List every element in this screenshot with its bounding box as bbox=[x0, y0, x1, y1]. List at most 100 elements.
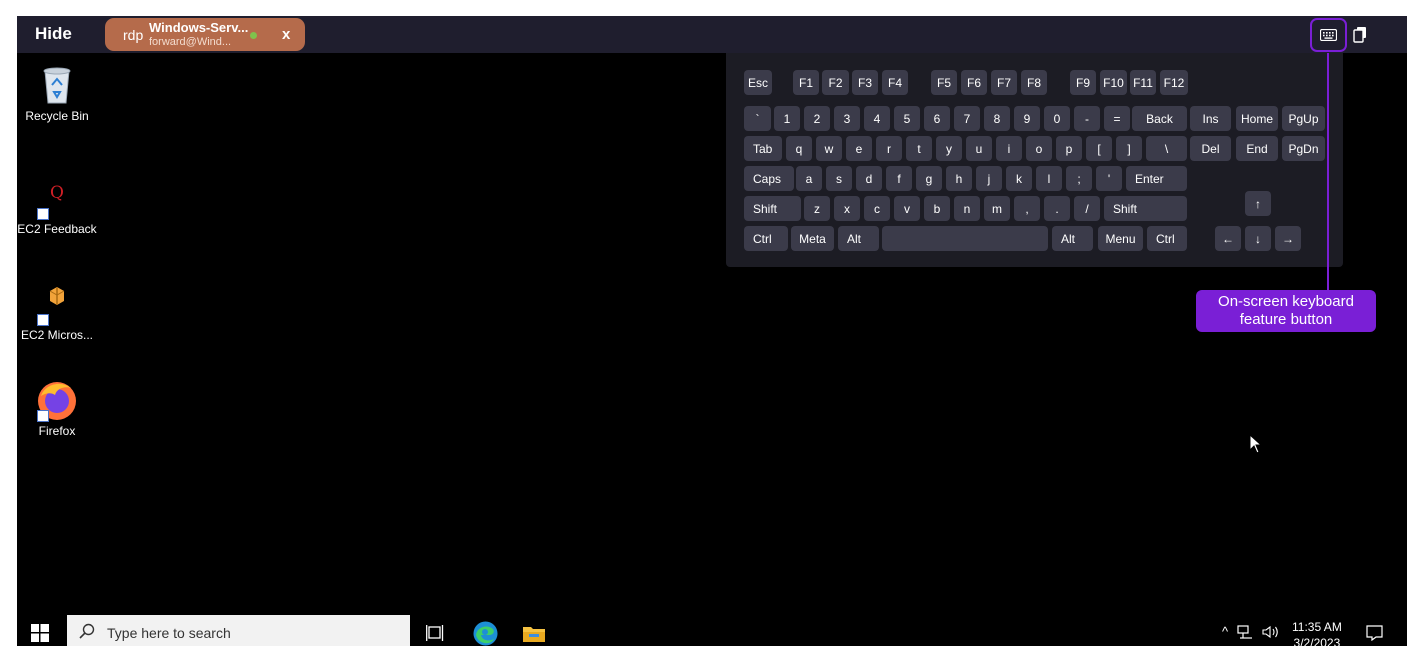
key-g[interactable]: g bbox=[916, 166, 942, 191]
key-period[interactable]: . bbox=[1044, 196, 1070, 221]
key-f8[interactable]: F8 bbox=[1021, 70, 1047, 95]
desktop-icon-ec2-feedback[interactable]: Q EC2 Feedback bbox=[17, 176, 100, 237]
key-3[interactable]: 3 bbox=[834, 106, 860, 131]
key-f7[interactable]: F7 bbox=[991, 70, 1017, 95]
volume-icon[interactable] bbox=[1262, 625, 1280, 639]
key-ctrl[interactable]: Ctrl bbox=[744, 226, 788, 251]
key-shift[interactable]: Shift bbox=[1104, 196, 1187, 221]
key-v[interactable]: v bbox=[894, 196, 920, 221]
key-esc[interactable]: Esc bbox=[744, 70, 772, 95]
key-del[interactable]: Del bbox=[1190, 136, 1231, 161]
key-space[interactable] bbox=[882, 226, 1048, 251]
clipboard-button[interactable] bbox=[1351, 24, 1369, 44]
key-right-bracket[interactable]: ] bbox=[1116, 136, 1142, 161]
key-end[interactable]: End bbox=[1236, 136, 1278, 161]
taskbar-clock[interactable]: 11:35 AM 3/2/2023 bbox=[1292, 619, 1342, 646]
key-5[interactable]: 5 bbox=[894, 106, 920, 131]
key-x[interactable]: x bbox=[834, 196, 860, 221]
key-l[interactable]: l bbox=[1036, 166, 1062, 191]
key-0[interactable]: 0 bbox=[1044, 106, 1070, 131]
key-f4[interactable]: F4 bbox=[882, 70, 908, 95]
on-screen-keyboard-button[interactable] bbox=[1310, 18, 1347, 52]
taskbar-search-box[interactable]: Type here to search bbox=[67, 615, 410, 646]
key-semicolon[interactable]: ; bbox=[1066, 166, 1092, 191]
key-pgup[interactable]: PgUp bbox=[1282, 106, 1325, 131]
key-slash[interactable]: / bbox=[1074, 196, 1100, 221]
key-i[interactable]: i bbox=[996, 136, 1022, 161]
key-backslash[interactable]: \ bbox=[1146, 136, 1187, 161]
file-explorer-icon[interactable] bbox=[523, 624, 545, 642]
windows-start-icon[interactable] bbox=[31, 624, 49, 642]
key-backtick[interactable]: ` bbox=[744, 106, 771, 131]
key-f1[interactable]: F1 bbox=[793, 70, 819, 95]
chevron-up-icon[interactable]: ^ bbox=[1222, 624, 1228, 639]
key-d[interactable]: d bbox=[856, 166, 882, 191]
key-m[interactable]: m bbox=[984, 196, 1010, 221]
key-p[interactable]: p bbox=[1056, 136, 1082, 161]
key-comma[interactable]: , bbox=[1014, 196, 1040, 221]
network-icon[interactable] bbox=[1237, 624, 1253, 639]
key-caps[interactable]: Caps bbox=[744, 166, 794, 191]
desktop-icon-recycle-bin[interactable]: Recycle Bin bbox=[17, 63, 100, 124]
key-ins[interactable]: Ins bbox=[1190, 106, 1231, 131]
key-f[interactable]: f bbox=[886, 166, 912, 191]
key-c[interactable]: c bbox=[864, 196, 890, 221]
key-6[interactable]: 6 bbox=[924, 106, 950, 131]
key-j[interactable]: j bbox=[976, 166, 1002, 191]
key-n[interactable]: n bbox=[954, 196, 980, 221]
desktop-icon-firefox[interactable]: Firefox bbox=[17, 378, 100, 439]
key-7[interactable]: 7 bbox=[954, 106, 980, 131]
key-f3[interactable]: F3 bbox=[852, 70, 878, 95]
hide-button[interactable]: Hide bbox=[35, 24, 72, 44]
key-1[interactable]: 1 bbox=[774, 106, 800, 131]
key-pgdn[interactable]: PgDn bbox=[1282, 136, 1325, 161]
key-home[interactable]: Home bbox=[1236, 106, 1278, 131]
key-enter[interactable]: Enter bbox=[1126, 166, 1187, 191]
key-8[interactable]: 8 bbox=[984, 106, 1010, 131]
key-q[interactable]: q bbox=[786, 136, 812, 161]
key-f5[interactable]: F5 bbox=[931, 70, 957, 95]
key-u[interactable]: u bbox=[966, 136, 992, 161]
key-f11[interactable]: F11 bbox=[1130, 70, 1156, 95]
key-menu[interactable]: Menu bbox=[1098, 226, 1143, 251]
key-w[interactable]: w bbox=[816, 136, 842, 161]
close-connection-button[interactable]: x bbox=[282, 26, 290, 43]
key-2[interactable]: 2 bbox=[804, 106, 830, 131]
key-alt[interactable]: Alt bbox=[838, 226, 879, 251]
key-4[interactable]: 4 bbox=[864, 106, 890, 131]
key-back[interactable]: Back bbox=[1132, 106, 1187, 131]
key-a[interactable]: a bbox=[796, 166, 822, 191]
key-y[interactable]: y bbox=[936, 136, 962, 161]
key-arrow-up[interactable]: ↑ bbox=[1245, 191, 1271, 216]
key-equals[interactable]: = bbox=[1104, 106, 1130, 131]
key-f2[interactable]: F2 bbox=[822, 70, 849, 95]
key-minus[interactable]: - bbox=[1074, 106, 1100, 131]
desktop-icon-ec2-microsoft[interactable]: EC2 Micros... bbox=[17, 282, 100, 343]
connection-tab[interactable]: rdp Windows-Serv... forward@Wind... x bbox=[105, 18, 305, 51]
key-h[interactable]: h bbox=[946, 166, 972, 191]
key-arrow-down[interactable]: ↓ bbox=[1245, 226, 1271, 251]
key-s[interactable]: s bbox=[826, 166, 852, 191]
edge-browser-icon[interactable] bbox=[473, 621, 498, 646]
key-f6[interactable]: F6 bbox=[961, 70, 987, 95]
key-b[interactable]: b bbox=[924, 196, 950, 221]
key-shift[interactable]: Shift bbox=[744, 196, 801, 221]
key-apostrophe[interactable]: ' bbox=[1096, 166, 1122, 191]
key-9[interactable]: 9 bbox=[1014, 106, 1040, 131]
key-k[interactable]: k bbox=[1006, 166, 1032, 191]
key-left-bracket[interactable]: [ bbox=[1086, 136, 1112, 161]
task-view-icon[interactable] bbox=[426, 625, 444, 641]
key-o[interactable]: o bbox=[1026, 136, 1052, 161]
key-f9[interactable]: F9 bbox=[1070, 70, 1096, 95]
key-z[interactable]: z bbox=[804, 196, 830, 221]
key-alt[interactable]: Alt bbox=[1052, 226, 1093, 251]
key-ctrl[interactable]: Ctrl bbox=[1147, 226, 1187, 251]
key-t[interactable]: t bbox=[906, 136, 932, 161]
key-e[interactable]: e bbox=[846, 136, 872, 161]
key-arrow-left[interactable]: ← bbox=[1215, 226, 1241, 251]
key-arrow-right[interactable]: → bbox=[1275, 226, 1301, 251]
notification-center-icon[interactable] bbox=[1366, 625, 1383, 641]
key-tab[interactable]: Tab bbox=[744, 136, 782, 161]
key-r[interactable]: r bbox=[876, 136, 902, 161]
key-f10[interactable]: F10 bbox=[1100, 70, 1127, 95]
